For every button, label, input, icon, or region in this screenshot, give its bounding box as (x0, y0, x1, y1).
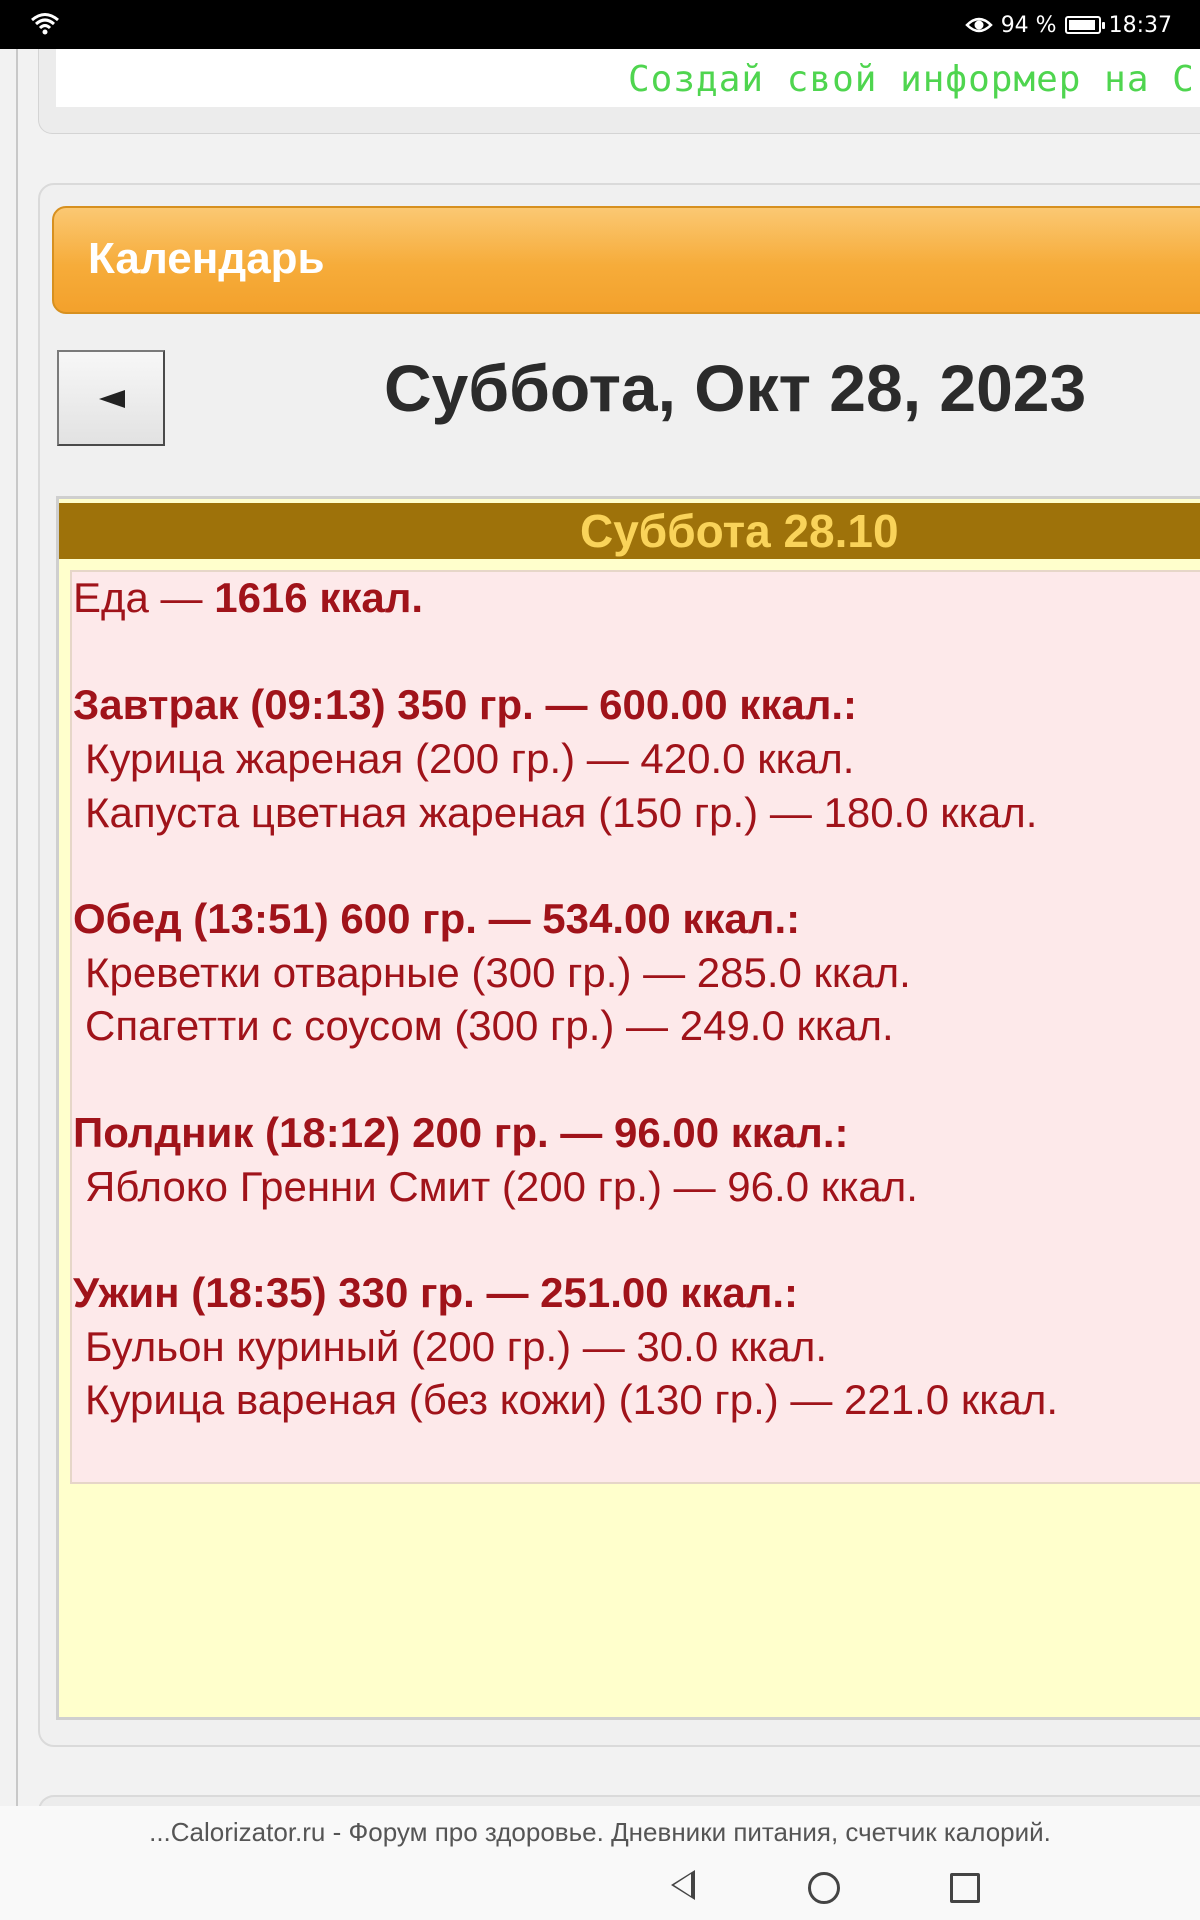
food-total-value: 1616 ккал. (214, 574, 424, 621)
navigation-bar: ...Calorizator.ru - Форум про здоровье. … (0, 1806, 1200, 1920)
home-icon[interactable] (808, 1872, 840, 1904)
meal-item: Креветки отварные (300 гр.) — 285.0 ккал… (85, 949, 911, 996)
calendar-header: Календарь (52, 206, 1200, 314)
meal-item: Спагетти с соусом (300 гр.) — 249.0 ккал… (85, 1002, 894, 1049)
informer-banner[interactable]: Создай свой информер на С (56, 49, 1200, 107)
day-title: Суббота 28.10 (580, 505, 899, 557)
meal-item: Яблоко Гренни Смит (200 гр.) — 96.0 ккал… (85, 1163, 918, 1210)
eye-comfort-icon (964, 17, 993, 33)
left-arrow-icon (99, 390, 125, 408)
status-bar: 94 % 18:37 (0, 0, 1200, 49)
meal-item: Курица жареная (200 гр.) — 420.0 ккал. (85, 735, 855, 782)
food-total-line: Еда — 1616 ккал. (73, 574, 423, 622)
wifi-icon (31, 13, 59, 35)
meal-item: Капуста цветная жареная (150 гр.) — 180.… (85, 789, 1038, 836)
prev-day-button[interactable] (57, 350, 165, 446)
page-left-border (16, 49, 18, 1809)
meal-item: Курица вареная (без кожи) (130 гр.) — 22… (85, 1376, 1059, 1423)
calendar-title: Календарь (88, 234, 325, 283)
meal-header-breakfast: Завтрак (09:13) 350 гр. — 600.00 ккал.: (73, 681, 858, 728)
meal-item: Бульон куриный (200 гр.) — 30.0 ккал. (85, 1323, 828, 1370)
battery-icon (1064, 16, 1105, 34)
meal-header-snack: Полдник (18:12) 200 гр. — 96.00 ккал.: (73, 1109, 849, 1156)
meal-header-dinner: Ужин (18:35) 330 гр. — 251.00 ккал.: (73, 1269, 799, 1316)
informer-text[interactable]: Создай свой информер на С (628, 59, 1195, 100)
back-icon[interactable] (671, 1870, 695, 1900)
meal-header-lunch: Обед (13:51) 600 гр. — 534.00 ккал.: (73, 895, 801, 942)
browser-page-title: ...Calorizator.ru - Форум про здоровье. … (149, 1817, 1051, 1847)
battery-percent: 94 % (1000, 12, 1057, 38)
date-heading: Суббота, Окт 28, 2023 (384, 351, 1087, 425)
recents-icon[interactable] (950, 1873, 980, 1903)
day-bar: Суббота 28.10 (59, 503, 1200, 559)
clock: 18:37 (1108, 12, 1172, 38)
food-total-label: Еда — (73, 574, 215, 621)
